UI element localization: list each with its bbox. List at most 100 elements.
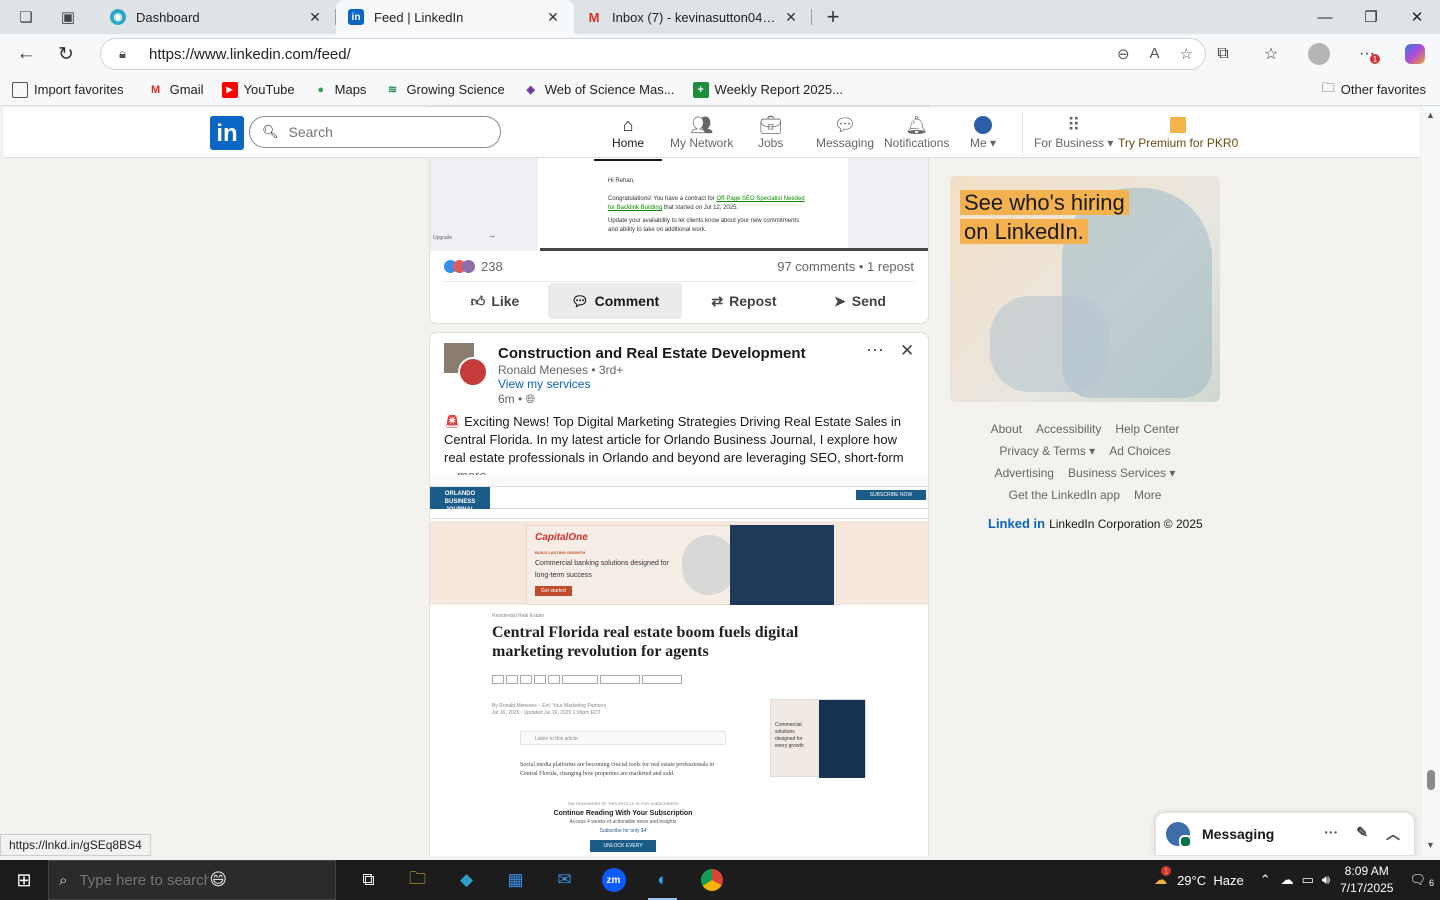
- back-icon[interactable]: ←: [10, 38, 42, 70]
- post-more-options-icon[interactable]: ···: [866, 339, 884, 360]
- search-box[interactable]: 🔍︎: [249, 116, 501, 148]
- footer-ad-choices[interactable]: Ad Choices: [1109, 440, 1170, 462]
- weather-text[interactable]: 29°C Haze: [1177, 873, 1244, 888]
- url-text: https://www.linkedin.com/feed/: [149, 45, 351, 63]
- mail-icon[interactable]: ✉: [540, 860, 589, 900]
- extensions-icon[interactable]: ⧉: [1206, 38, 1240, 70]
- try-premium-link[interactable]: Try Premium for PKR0: [1118, 114, 1238, 150]
- send-button[interactable]: ➤ Send: [806, 283, 914, 319]
- growing-science-icon: ≋: [387, 84, 398, 96]
- fav-import[interactable]: Import favorites: [12, 81, 124, 98]
- footer-advertising[interactable]: Advertising: [995, 462, 1054, 484]
- footer-privacy-terms[interactable]: Privacy & Terms ▾: [999, 440, 1095, 462]
- chevron-up-icon[interactable]: ︿: [1386, 824, 1400, 844]
- taskbar-search-input[interactable]: [79, 871, 210, 889]
- microsoft-store-icon[interactable]: ▦: [491, 860, 540, 900]
- restore-icon[interactable]: ❐: [1348, 0, 1394, 34]
- copilot-icon[interactable]: [1398, 38, 1432, 70]
- fav-maps[interactable]: ● Maps: [313, 82, 366, 98]
- nav-for-business[interactable]: ⠿ For Business ▾: [1034, 114, 1113, 151]
- minimize-icon[interactable]: —: [1302, 0, 1348, 34]
- workspaces-icon[interactable]: ❏: [14, 5, 38, 29]
- article-image[interactable]: SUBSCRIBE NOW ORLANDO BUSINESS JOURNAL C…: [430, 475, 928, 856]
- nav-home[interactable]: ⌂ Home: [593, 114, 663, 161]
- windows-start-icon[interactable]: ⊞: [0, 860, 48, 900]
- fav-youtube[interactable]: ▶ YouTube: [221, 81, 295, 98]
- hiring-promo-ad[interactable]: See who's hiring on LinkedIn.: [950, 176, 1220, 402]
- footer-help-center[interactable]: Help Center: [1115, 418, 1179, 440]
- comment-button[interactable]: 💬︎ Comment: [548, 283, 682, 319]
- tab-linkedin-feed[interactable]: in Feed | LinkedIn ✕: [336, 0, 574, 34]
- page-scrollbar[interactable]: ▲ ▼: [1422, 106, 1440, 856]
- task-view-icon[interactable]: ⧉: [344, 860, 393, 900]
- nav-me[interactable]: Me ▾: [970, 114, 996, 150]
- scroll-down-arrow[interactable]: ▼: [1426, 840, 1435, 850]
- repost-button[interactable]: ⇄ Repost: [682, 283, 806, 319]
- file-explorer-icon[interactable]: 🗀︎: [393, 860, 442, 900]
- footer-accessibility[interactable]: Accessibility: [1036, 418, 1101, 440]
- reactions-count[interactable]: 238: [444, 259, 503, 274]
- search-input[interactable]: [288, 124, 489, 140]
- fav-weekly-report[interactable]: + Weekly Report 2025...: [692, 81, 843, 98]
- fav-gmail[interactable]: M Gmail: [148, 82, 204, 98]
- messaging-more-icon[interactable]: ···: [1324, 824, 1338, 844]
- close-tab-icon[interactable]: ✕: [306, 9, 324, 26]
- grid-icon: ⠿: [1067, 114, 1081, 135]
- network-icon[interactable]: ▭: [1302, 872, 1314, 888]
- notification-center-icon[interactable]: 🗨︎ 6: [1409, 872, 1434, 888]
- footer-more[interactable]: More: [1134, 484, 1161, 506]
- nav-my-network[interactable]: 👥︎ My Network: [670, 114, 733, 151]
- post-close-icon[interactable]: ✕: [900, 341, 914, 361]
- footer-business-services[interactable]: Business Services ▾: [1068, 462, 1175, 484]
- tab-actions-icon[interactable]: ▣: [56, 5, 80, 29]
- like-button[interactable]: 👍︎ Like: [444, 283, 546, 319]
- refresh-icon[interactable]: ↻: [50, 38, 82, 70]
- messaging-overlay[interactable]: Messaging ··· ✎ ︿: [1155, 812, 1415, 856]
- tab-gmail-inbox[interactable]: M Inbox (7) - kevinasutton04@gmai ✕: [574, 0, 812, 34]
- settings-more-icon[interactable]: ··· 1: [1350, 38, 1384, 70]
- url-field[interactable]: 🔒︎ https://www.linkedin.com/feed/ ⊖ A ☆: [100, 38, 1206, 70]
- taskbar-clock[interactable]: 8:09 AM 7/17/2025: [1340, 863, 1393, 897]
- favorites-icon[interactable]: ☆: [1254, 38, 1288, 70]
- read-aloud-icon[interactable]: A: [1150, 45, 1160, 63]
- close-tab-icon[interactable]: ✕: [782, 9, 800, 26]
- linkedin-logo[interactable]: in: [210, 116, 244, 150]
- chrome-icon[interactable]: [687, 860, 736, 900]
- other-favorites[interactable]: 🗀︎ Other favorites: [1322, 79, 1426, 101]
- profile-avatar[interactable]: [1302, 38, 1336, 70]
- scrollbar-thumb[interactable]: [1427, 770, 1435, 790]
- new-tab-button[interactable]: +: [818, 4, 848, 30]
- zoom-app-icon[interactable]: zm: [589, 860, 638, 900]
- zoom-icon[interactable]: ⊖: [1117, 45, 1130, 63]
- nav-jobs[interactable]: 💼︎ Jobs: [758, 114, 783, 151]
- window-controls: — ❐ ✕: [1302, 0, 1440, 34]
- post-image[interactable]: Hi Rehan, Congratulations! You have a co…: [430, 155, 928, 251]
- chevron-up-icon[interactable]: ⌃: [1260, 872, 1271, 888]
- comments-reposts[interactable]: 97 comments • 1 repost: [777, 259, 914, 274]
- fav-growing-science[interactable]: ≋ Growing Science: [384, 82, 505, 98]
- close-tab-icon[interactable]: ✕: [544, 9, 562, 26]
- fav-web-of-science[interactable]: ◈ Web of Science Mas...: [523, 82, 674, 98]
- close-window-icon[interactable]: ✕: [1394, 0, 1440, 34]
- weather-icon[interactable]: ☁ 1: [1154, 866, 1172, 888]
- author-avatar[interactable]: [444, 343, 488, 387]
- compose-icon[interactable]: ✎: [1356, 824, 1368, 844]
- nav-notifications[interactable]: 🔔︎ Notifications: [884, 114, 949, 151]
- footer-get-app[interactable]: Get the LinkedIn app: [1009, 484, 1120, 506]
- nav-messaging[interactable]: 💬︎ Messaging: [816, 114, 874, 151]
- tab-dashboard[interactable]: ◉ Dashboard ✕: [98, 0, 336, 34]
- onedrive-icon[interactable]: ☁: [1281, 872, 1294, 888]
- post-actions: 👍︎ Like 💬︎ Comment ⇄ Repost ➤ Send: [444, 283, 914, 319]
- video-progress-track[interactable]: [540, 248, 928, 251]
- edge-browser-icon[interactable]: ◐: [638, 860, 687, 900]
- taskbar-search[interactable]: ⌕ 😄︎: [48, 860, 336, 900]
- view-services-link[interactable]: View my services: [498, 377, 590, 391]
- scroll-up-arrow[interactable]: ▲: [1426, 110, 1435, 120]
- volume-icon[interactable]: 🔊︎: [1322, 872, 1330, 888]
- fav-label: Gmail: [169, 82, 204, 97]
- post-author-title[interactable]: Construction and Real Estate Development: [498, 345, 806, 362]
- favorite-star-icon[interactable]: ☆: [1180, 45, 1193, 63]
- footer-about[interactable]: About: [991, 418, 1022, 440]
- app-diamond-icon[interactable]: ◆: [442, 860, 491, 900]
- lock-icon[interactable]: 🔒︎: [119, 46, 135, 62]
